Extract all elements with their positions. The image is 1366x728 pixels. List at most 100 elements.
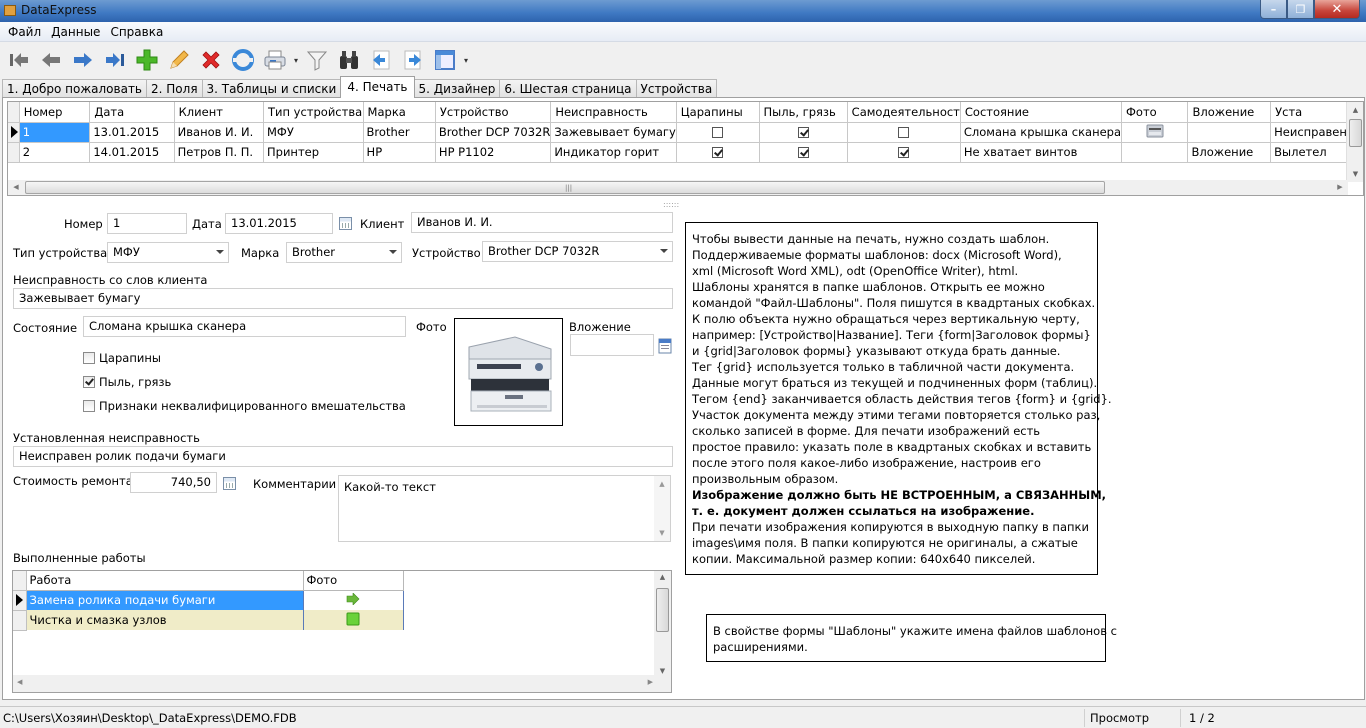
tampering-checkbox-field[interactable]: Признаки неквалифицированного вмешательс… (83, 399, 406, 413)
scroll-right-icon[interactable]: ▶ (648, 678, 653, 686)
attachment-field[interactable] (570, 334, 654, 356)
col-header-number[interactable]: Номер (19, 102, 91, 123)
col-header-attachment[interactable]: Вложение (1187, 102, 1272, 123)
scroll-down-icon[interactable]: ▼ (654, 667, 671, 675)
cell-dust[interactable] (759, 142, 848, 163)
scroll-left-icon[interactable]: ◀ (8, 180, 24, 195)
col-header-device-type[interactable]: Тип устройства (263, 102, 364, 123)
cell-fault[interactable]: Индикатор горит (550, 142, 677, 163)
tampering-checkbox[interactable] (898, 127, 910, 138)
tab-fields[interactable]: 2. Поля (146, 79, 203, 98)
established-fault-field[interactable]: Неисправен ролик подачи бумаги (13, 446, 673, 467)
scratches-checkbox-field[interactable]: Царапины (83, 351, 161, 365)
cell-fault[interactable]: Зажевывает бумагу (550, 122, 677, 143)
cell-tampering[interactable] (847, 142, 961, 163)
next-form-button[interactable] (398, 45, 428, 75)
col-header-state[interactable]: Состояние (960, 102, 1123, 123)
works-vertical-scrollbar[interactable]: ▲ ▼ (654, 571, 671, 677)
cell-device-type[interactable]: Принтер (263, 142, 364, 163)
layout-button[interactable] (430, 45, 460, 75)
scratches-checkbox[interactable] (712, 147, 724, 158)
add-record-button[interactable] (132, 45, 162, 75)
scroll-left-icon[interactable]: ◀ (17, 678, 22, 686)
prev-form-button[interactable] (366, 45, 396, 75)
dust-checkbox[interactable] (797, 147, 809, 158)
print-button[interactable] (260, 45, 290, 75)
close-button[interactable]: ✕ (1314, 0, 1360, 19)
col-header-dust[interactable]: Пыль, грязь (759, 102, 848, 123)
table-row[interactable]: 2 14.01.2015 Петров П. П. Принтер HP HP … (8, 142, 1348, 163)
cell-brand[interactable]: HP (363, 142, 436, 163)
cell-photo[interactable] (1121, 122, 1189, 143)
cell-dust[interactable] (759, 122, 848, 143)
menu-file[interactable]: Файл (3, 25, 46, 39)
col-header-work[interactable]: Работа (26, 571, 304, 591)
cell-client[interactable]: Иванов И. И. (174, 122, 265, 143)
attach-file-icon[interactable] (658, 338, 673, 354)
cell-work-photo[interactable] (303, 610, 404, 630)
scroll-down-icon[interactable]: ▼ (654, 529, 670, 537)
scroll-up-icon[interactable]: ▲ (654, 573, 671, 581)
cell-client[interactable]: Петров П. П. (174, 142, 265, 163)
cell-state[interactable]: Сломана крышка сканера (960, 122, 1123, 143)
cell-installed[interactable]: Неисправен (1270, 122, 1348, 143)
tab-devices[interactable]: Устройства (635, 79, 718, 98)
scroll-up-icon[interactable]: ▲ (1347, 102, 1363, 118)
refresh-button[interactable] (228, 45, 258, 75)
calculator-icon[interactable] (223, 477, 236, 490)
col-header-installed[interactable]: Уста (1270, 102, 1348, 123)
table-row[interactable]: Чистка и смазка узлов (13, 610, 404, 631)
scroll-down-icon[interactable]: ▼ (1347, 166, 1363, 182)
cell-device[interactable]: HP P1102 (435, 142, 552, 163)
scratches-form-checkbox[interactable] (83, 352, 95, 364)
delete-record-button[interactable] (196, 45, 226, 75)
cell-work[interactable]: Замена ролика подачи бумаги (26, 590, 304, 610)
client-fault-field[interactable]: Зажевывает бумагу (13, 288, 673, 309)
scratches-checkbox[interactable] (712, 127, 724, 138)
last-record-button[interactable] (100, 45, 130, 75)
grid-horizontal-scrollbar[interactable]: ◀ ||| ▶ (8, 180, 1348, 195)
first-record-button[interactable] (4, 45, 34, 75)
layout-dropdown-icon[interactable]: ▾ (462, 56, 470, 65)
find-button[interactable] (334, 45, 364, 75)
next-record-button[interactable] (68, 45, 98, 75)
cell-scratches[interactable] (676, 122, 760, 143)
cell-scratches[interactable] (676, 142, 760, 163)
date-field[interactable]: 13.01.2015 (225, 213, 333, 234)
cell-photo[interactable] (1121, 142, 1189, 163)
works-vscroll-thumb[interactable] (656, 588, 669, 632)
tab-welcome[interactable]: 1. Добро пожаловать (2, 79, 148, 98)
filter-button[interactable] (302, 45, 332, 75)
dust-checkbox[interactable] (797, 127, 809, 138)
prev-record-button[interactable] (36, 45, 66, 75)
cell-installed[interactable]: Вылетел (1270, 142, 1348, 163)
cell-device-type[interactable]: МФУ (263, 122, 364, 143)
client-field[interactable]: Иванов И. И. (411, 212, 673, 233)
tab-designer[interactable]: 5. Дизайнер (413, 79, 501, 98)
cell-work-photo[interactable] (303, 590, 404, 610)
cell-date[interactable]: 13.01.2015 (89, 122, 175, 143)
cell-device[interactable]: Brother DCP 7032R (435, 122, 552, 143)
maximize-button[interactable]: ❐ (1287, 0, 1314, 19)
grid-hscroll-thumb[interactable]: ||| (25, 181, 1105, 194)
edit-record-button[interactable] (164, 45, 194, 75)
grid-vertical-scrollbar[interactable]: ▲ ▼ (1346, 102, 1363, 182)
cell-tampering[interactable] (847, 122, 961, 143)
col-header-date[interactable]: Дата (89, 102, 175, 123)
cell-work[interactable]: Чистка и смазка узлов (26, 610, 304, 630)
state-field[interactable]: Сломана крышка сканера (83, 316, 406, 337)
device-type-combo[interactable]: МФУ (107, 242, 229, 263)
col-header-scratches[interactable]: Царапины (676, 102, 760, 123)
device-combo[interactable]: Brother DCP 7032R (482, 241, 673, 262)
tampering-form-checkbox[interactable] (83, 400, 95, 412)
device-photo[interactable] (454, 318, 563, 426)
works-horizontal-scrollbar[interactable]: ◀ ▶ (13, 675, 671, 692)
cell-state[interactable]: Не хватает винтов (960, 142, 1123, 163)
tab-print[interactable]: 4. Печать (340, 76, 415, 98)
cell-attachment[interactable]: Вложение (1187, 142, 1272, 163)
table-row[interactable]: 1 13.01.2015 Иванов И. И. МФУ Brother Br… (8, 122, 1348, 143)
repair-cost-field[interactable]: 740,50 (130, 472, 217, 493)
col-header-tampering[interactable]: Самодеятельност (847, 102, 961, 123)
col-header-brand[interactable]: Марка (363, 102, 436, 123)
calendar-icon[interactable] (339, 217, 352, 230)
